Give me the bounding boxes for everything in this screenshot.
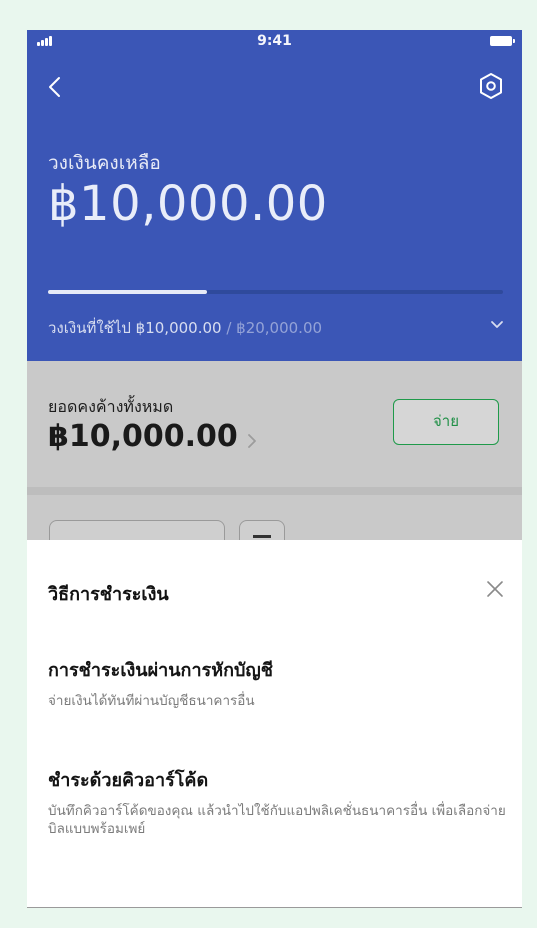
battery-icon — [490, 36, 515, 46]
outstanding-balance-label: ยอดคงค้างทั้งหมด — [48, 397, 174, 416]
outstanding-balance-amount[interactable]: ฿10,000.00 — [48, 419, 238, 454]
remaining-limit-label: วงเงินคงเหลือ — [48, 152, 161, 174]
status-time: 9:41 — [257, 33, 292, 49]
close-icon[interactable] — [486, 580, 504, 598]
chevron-right-icon[interactable] — [247, 433, 257, 449]
used-limit-row: วงเงินที่ใช้ไป ฿10,000.00 / ฿20,000.00 — [48, 316, 322, 340]
limit-progress-fill — [48, 290, 208, 294]
section-divider — [27, 487, 522, 495]
payment-option-direct-debit[interactable]: การชำระเงินผ่านการหักบัญชี จ่ายเงินได้ทั… — [48, 655, 508, 710]
transaction-filter-area — [27, 495, 522, 540]
sheet-title: วิธีการชำระเงิน — [48, 584, 169, 605]
payment-option-title: ชำระด้วยคิวอาร์โค้ด — [48, 770, 209, 791]
phone-screen: 9:41 วงเงินคงเหลือ ฿10,000.00 วงเงินที่ใ… — [27, 30, 522, 908]
home-indicator-line — [27, 907, 522, 908]
credit-header: 9:41 วงเงินคงเหลือ ฿10,000.00 วงเงินที่ใ… — [27, 30, 522, 361]
remaining-limit-amount: ฿10,000.00 — [48, 176, 328, 232]
back-icon[interactable] — [45, 74, 67, 100]
pay-button[interactable]: จ่าย — [393, 399, 499, 445]
status-bar: 9:41 — [27, 30, 522, 54]
filter-chip[interactable] — [49, 520, 225, 540]
payment-option-description: จ่ายเงินได้ทันทีผ่านบัญชีธนาคารอื่น — [48, 693, 255, 709]
total-limit-text: / ฿20,000.00 — [221, 319, 323, 337]
payment-option-title: การชำระเงินผ่านการหักบัญชี — [48, 660, 273, 681]
menu-icon[interactable] — [239, 520, 285, 540]
settings-icon[interactable] — [478, 72, 504, 100]
outstanding-balance-section: ยอดคงค้างทั้งหมด ฿10,000.00 จ่าย — [27, 361, 522, 487]
chevron-down-icon[interactable] — [490, 320, 504, 330]
payment-option-description: บันทึกคิวอาร์โค้ดของคุณ แล้วนำไปใช้กับแอ… — [48, 803, 506, 837]
limit-progress-bar — [48, 290, 503, 294]
used-limit-text: วงเงินที่ใช้ไป ฿10,000.00 — [48, 319, 222, 337]
payment-option-qr-code[interactable]: ชำระด้วยคิวอาร์โค้ด บันทึกคิวอาร์โค้ดของ… — [48, 765, 508, 838]
payment-method-sheet: วิธีการชำระเงิน การชำระเงินผ่านการหักบัญ… — [27, 540, 522, 908]
